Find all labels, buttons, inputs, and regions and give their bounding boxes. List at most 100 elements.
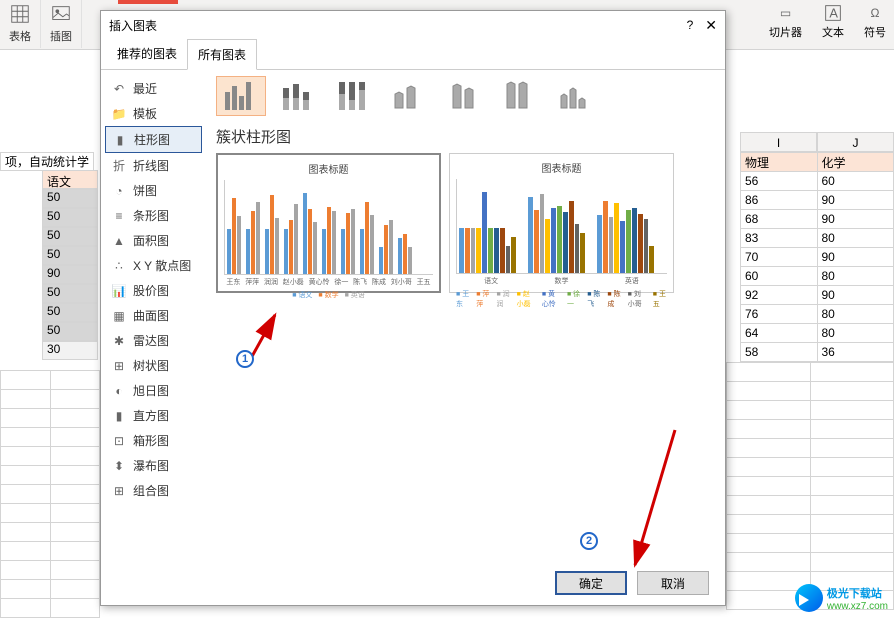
table-cell[interactable]: 68 bbox=[741, 210, 818, 229]
empty-cell[interactable] bbox=[727, 477, 811, 496]
close-icon[interactable]: ✕ bbox=[705, 17, 717, 34]
empty-cell[interactable] bbox=[810, 477, 894, 496]
empty-cell[interactable] bbox=[50, 580, 100, 599]
empty-cell[interactable] bbox=[810, 363, 894, 382]
ribbon-slicer[interactable]: ▭切片器 bbox=[769, 2, 802, 40]
left-cell[interactable]: 50 bbox=[42, 322, 98, 341]
subtype-3d-clustered[interactable] bbox=[384, 76, 434, 116]
subtype-3d-column[interactable] bbox=[552, 76, 602, 116]
left-cell[interactable]: 50 bbox=[42, 227, 98, 246]
empty-cell[interactable] bbox=[727, 553, 811, 572]
table-cell[interactable]: 80 bbox=[817, 267, 894, 286]
sidebar-item-14[interactable]: ⊡箱形图 bbox=[105, 428, 202, 453]
empty-cell[interactable] bbox=[810, 458, 894, 477]
ok-button[interactable]: 确定 bbox=[555, 571, 627, 595]
left-cell[interactable]: 50 bbox=[42, 189, 98, 208]
left-cell[interactable]: 50 bbox=[42, 246, 98, 265]
col-header-i[interactable]: I bbox=[740, 132, 817, 152]
table-cell[interactable]: 90 bbox=[817, 248, 894, 267]
left-cell[interactable]: 30 bbox=[42, 341, 98, 360]
ribbon-group-illustration[interactable]: 插图 bbox=[41, 0, 82, 48]
empty-cell[interactable] bbox=[727, 420, 811, 439]
table-cell[interactable]: 70 bbox=[741, 248, 818, 267]
empty-cell[interactable] bbox=[810, 420, 894, 439]
ribbon-group-table[interactable]: 表格 bbox=[0, 0, 41, 48]
empty-cell[interactable] bbox=[50, 447, 100, 466]
empty-cell[interactable] bbox=[50, 428, 100, 447]
table-cell[interactable]: 90 bbox=[817, 191, 894, 210]
empty-cell[interactable] bbox=[50, 371, 100, 390]
table-cell[interactable]: 83 bbox=[741, 229, 818, 248]
sidebar-item-6[interactable]: ▲面积图 bbox=[105, 228, 202, 253]
table-cell[interactable]: 58 bbox=[741, 343, 818, 362]
empty-cell[interactable] bbox=[810, 382, 894, 401]
empty-cell[interactable] bbox=[727, 515, 811, 534]
empty-cell[interactable] bbox=[1, 485, 51, 504]
sidebar-item-15[interactable]: ⬍瀑布图 bbox=[105, 453, 202, 478]
table-cell[interactable]: 80 bbox=[817, 324, 894, 343]
ribbon-symbol[interactable]: Ω符号 bbox=[864, 2, 886, 40]
col-header-j[interactable]: J bbox=[817, 132, 894, 152]
left-cell[interactable]: 50 bbox=[42, 303, 98, 322]
subtype-3d-100stacked[interactable] bbox=[496, 76, 546, 116]
ribbon-text[interactable]: A文本 bbox=[822, 2, 844, 40]
empty-cell[interactable] bbox=[50, 599, 100, 618]
left-cell[interactable]: 50 bbox=[42, 208, 98, 227]
table-cell[interactable]: 92 bbox=[741, 286, 818, 305]
sidebar-item-12[interactable]: ◐旭日图 bbox=[105, 378, 202, 403]
empty-cell[interactable] bbox=[727, 534, 811, 553]
table-cell[interactable]: 60 bbox=[741, 267, 818, 286]
chart-preview-1[interactable]: 图表标题 王东萍萍润润赵小磊黄心怜徐一陈飞陈成刘小哥王五 语文数学英语 bbox=[216, 153, 441, 293]
table-cell[interactable]: 86 bbox=[741, 191, 818, 210]
empty-cell[interactable] bbox=[727, 401, 811, 420]
empty-cell[interactable] bbox=[50, 390, 100, 409]
sidebar-item-2[interactable]: ▮柱形图 bbox=[105, 126, 202, 153]
left-cell[interactable]: 90 bbox=[42, 265, 98, 284]
sidebar-item-1[interactable]: 📁模板 bbox=[105, 101, 202, 126]
left-cell[interactable]: 50 bbox=[42, 284, 98, 303]
empty-cell[interactable] bbox=[1, 390, 51, 409]
empty-cell[interactable] bbox=[810, 496, 894, 515]
table-cell[interactable]: 76 bbox=[741, 305, 818, 324]
table-cell[interactable]: 64 bbox=[741, 324, 818, 343]
empty-cell[interactable] bbox=[810, 534, 894, 553]
empty-cell[interactable] bbox=[1, 428, 51, 447]
tab-all-charts[interactable]: 所有图表 bbox=[187, 39, 257, 70]
empty-cell[interactable] bbox=[1, 409, 51, 428]
sidebar-item-9[interactable]: ▦曲面图 bbox=[105, 303, 202, 328]
empty-cell[interactable] bbox=[1, 447, 51, 466]
sidebar-item-0[interactable]: ↶最近 bbox=[105, 76, 202, 101]
table-header[interactable]: 化学 bbox=[817, 153, 894, 172]
table-cell[interactable]: 36 bbox=[817, 343, 894, 362]
sidebar-item-7[interactable]: ∴X Y 散点图 bbox=[105, 253, 202, 278]
subtype-stacked-column[interactable] bbox=[272, 76, 322, 116]
help-icon[interactable]: ? bbox=[687, 18, 694, 32]
cancel-button[interactable]: 取消 bbox=[637, 571, 709, 595]
empty-cell[interactable] bbox=[50, 523, 100, 542]
subtype-clustered-column[interactable] bbox=[216, 76, 266, 116]
chart-preview-2[interactable]: 图表标题 语文数学英语 王东萍萍润润赵小磊黄心怜徐一陈飞陈成刘小哥王五 bbox=[449, 153, 674, 293]
empty-cell[interactable] bbox=[810, 401, 894, 420]
empty-cell[interactable] bbox=[1, 466, 51, 485]
table-cell[interactable]: 90 bbox=[817, 210, 894, 229]
sidebar-item-16[interactable]: ⊞组合图 bbox=[105, 478, 202, 503]
empty-cell[interactable] bbox=[810, 439, 894, 458]
empty-cell[interactable] bbox=[727, 382, 811, 401]
empty-cell[interactable] bbox=[810, 515, 894, 534]
sidebar-item-3[interactable]: 折折线图 bbox=[105, 153, 202, 178]
empty-cell[interactable] bbox=[50, 542, 100, 561]
sidebar-item-13[interactable]: ▮直方图 bbox=[105, 403, 202, 428]
empty-cell[interactable] bbox=[1, 542, 51, 561]
sidebar-item-4[interactable]: ◔饼图 bbox=[105, 178, 202, 203]
sidebar-item-10[interactable]: ✱雷达图 bbox=[105, 328, 202, 353]
empty-cell[interactable] bbox=[727, 496, 811, 515]
empty-cell[interactable] bbox=[50, 504, 100, 523]
empty-cell[interactable] bbox=[50, 485, 100, 504]
empty-cell[interactable] bbox=[50, 409, 100, 428]
table-header[interactable]: 物理 bbox=[741, 153, 818, 172]
sidebar-item-8[interactable]: 📊股价图 bbox=[105, 278, 202, 303]
empty-cell[interactable] bbox=[727, 363, 811, 382]
tab-recommended[interactable]: 推荐的图表 bbox=[107, 39, 187, 69]
empty-cell[interactable] bbox=[50, 561, 100, 580]
sidebar-item-5[interactable]: ≡条形图 bbox=[105, 203, 202, 228]
